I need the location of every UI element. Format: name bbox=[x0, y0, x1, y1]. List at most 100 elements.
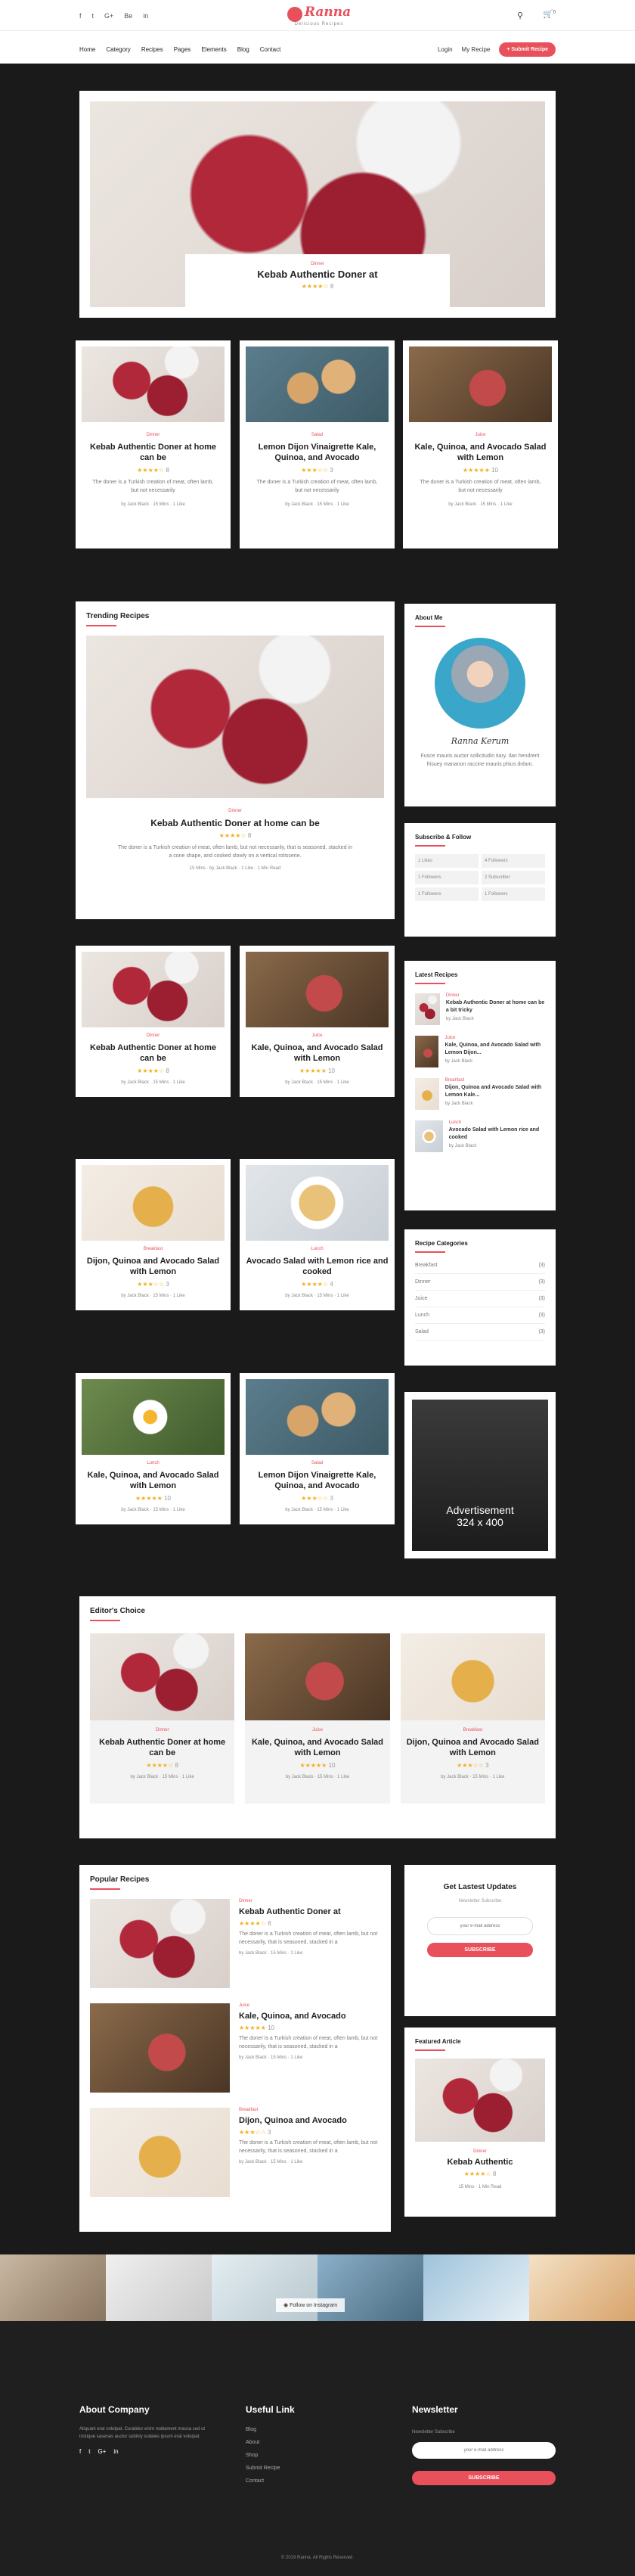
google-plus-icon[interactable]: G+ bbox=[98, 2448, 106, 2455]
recipe-category[interactable]: Breakfast bbox=[82, 1247, 225, 1251]
recipe-image[interactable] bbox=[82, 1165, 225, 1241]
recipe-image[interactable] bbox=[246, 952, 389, 1027]
nav-blog[interactable]: Blog bbox=[237, 46, 249, 53]
category-link[interactable]: Breakfast (3) bbox=[415, 1257, 545, 1274]
recipe-category[interactable]: Breakfast bbox=[239, 2108, 380, 2112]
recipe-likes[interactable]: 1 Like bbox=[173, 1294, 185, 1298]
recipe-author[interactable]: by Jack Black bbox=[239, 1951, 267, 1956]
advertisement-widget[interactable]: Advertisement 324 x 400 bbox=[404, 1392, 556, 1558]
latest-thumb[interactable] bbox=[415, 993, 440, 1025]
nav-elements[interactable]: Elements bbox=[201, 46, 226, 53]
recipe-category[interactable]: Juice bbox=[251, 1728, 383, 1732]
twitter-icon[interactable]: t bbox=[92, 12, 94, 20]
recipe-card[interactable]: Breakfast Dijon, Quinoa and Avocado Sala… bbox=[76, 1159, 231, 1310]
recipe-image[interactable] bbox=[245, 1633, 390, 1720]
recipe-title[interactable]: Kebab Authentic Doner at home can be bbox=[82, 442, 225, 463]
latest-category[interactable]: Juice bbox=[444, 1036, 545, 1040]
recipe-card[interactable]: Lunch Kale, Quinoa, and Avocado Salad wi… bbox=[76, 1373, 231, 1524]
facebook-icon[interactable]: f bbox=[79, 12, 82, 20]
recipe-image[interactable] bbox=[90, 1899, 230, 1988]
recipe-card[interactable]: Dinner Kebab Authentic Doner at home can… bbox=[76, 340, 231, 548]
recipe-author[interactable]: by Jack Black bbox=[441, 1775, 469, 1779]
linkedin-icon[interactable]: in bbox=[113, 2448, 118, 2455]
recipe-likes[interactable]: 1 Like bbox=[337, 502, 349, 507]
recipe-category[interactable]: Juice bbox=[409, 433, 552, 437]
recipe-author[interactable]: by Jack Black bbox=[121, 1508, 149, 1512]
footer-link-submit-recipe[interactable]: Submit Recipe bbox=[246, 2466, 382, 2471]
recipe-likes[interactable]: 1 Like bbox=[500, 502, 513, 507]
recipe-likes[interactable]: 1 Like bbox=[290, 2160, 302, 2164]
login-link[interactable]: Login bbox=[438, 46, 453, 53]
recipe-category[interactable]: Dinner bbox=[82, 1033, 225, 1038]
recipe-likes[interactable]: 1 Like bbox=[173, 502, 185, 507]
recipe-card[interactable]: Lunch Avocado Salad with Lemon rice and … bbox=[240, 1159, 395, 1310]
latest-thumb[interactable] bbox=[415, 1078, 439, 1110]
recipe-likes[interactable]: 1 Like bbox=[173, 1080, 185, 1085]
hero-title[interactable]: Kebab Authentic Doner at bbox=[185, 269, 450, 280]
recipe-likes[interactable]: 1 Like bbox=[241, 866, 253, 871]
google-plus-icon[interactable]: G+ bbox=[104, 12, 113, 20]
popular-item[interactable]: Breakfast Dijon, Quinoa and Avocado ★★★☆… bbox=[90, 2108, 380, 2197]
instagram-photo[interactable] bbox=[423, 2254, 529, 2321]
trending-image[interactable] bbox=[86, 635, 384, 798]
recipe-image[interactable] bbox=[246, 1165, 389, 1241]
latest-author[interactable]: by Jack Black bbox=[444, 1059, 545, 1064]
recipe-likes[interactable]: 1 Like bbox=[337, 1775, 349, 1779]
recipe-image[interactable] bbox=[409, 346, 552, 422]
recipe-title[interactable]: Lemon Dijon Vinaigrette Kale, Quinoa, an… bbox=[246, 442, 389, 463]
facebook-icon[interactable]: f bbox=[79, 2448, 81, 2455]
latest-title[interactable]: Dijon, Quinoa and Avocado Salad with Lem… bbox=[445, 1084, 545, 1099]
ad-banner[interactable]: Advertisement 324 x 400 bbox=[412, 1400, 548, 1551]
recipe-image[interactable] bbox=[82, 952, 225, 1027]
recipe-title[interactable]: Kale, Quinoa, and Avocado bbox=[239, 2011, 380, 2021]
recipe-likes[interactable]: 1 Like bbox=[493, 1775, 505, 1779]
recipe-author[interactable]: by Jack Black bbox=[121, 1294, 149, 1298]
footer-subscribe-button[interactable]: SUBSCRIBE bbox=[412, 2471, 556, 2485]
recipe-category[interactable]: Lunch bbox=[246, 1247, 389, 1251]
recipe-image[interactable] bbox=[90, 2108, 230, 2197]
recipe-image[interactable] bbox=[246, 346, 389, 422]
recipe-author[interactable]: by Jack Black bbox=[285, 502, 313, 507]
nav-recipes[interactable]: Recipes bbox=[141, 46, 163, 53]
instagram-photo[interactable] bbox=[0, 2254, 106, 2321]
recipe-author[interactable]: by Jack Black bbox=[285, 1080, 313, 1085]
recipe-image[interactable] bbox=[90, 2003, 230, 2093]
recipe-image[interactable] bbox=[246, 1379, 389, 1455]
recipe-title[interactable]: Dijon, Quinoa and Avocado Salad with Lem… bbox=[82, 1256, 225, 1277]
submit-recipe-button[interactable]: + Submit Recipe bbox=[499, 42, 556, 57]
behance-icon[interactable]: Be bbox=[124, 12, 132, 20]
nav-pages[interactable]: Pages bbox=[174, 46, 191, 53]
footer-link-shop[interactable]: Shop bbox=[246, 2453, 382, 2458]
recipe-author[interactable]: by Jack Black bbox=[448, 502, 476, 507]
editors-card[interactable]: Dinner Kebab Authentic Doner at home can… bbox=[90, 1633, 235, 1804]
recipe-author[interactable]: by Jack Black bbox=[209, 866, 237, 871]
cart-icon[interactable]: 🛒0 bbox=[543, 9, 556, 19]
footer-link-about[interactable]: About bbox=[246, 2440, 382, 2445]
twitter-follow[interactable]: 4 Followers bbox=[482, 854, 545, 868]
instagram-photo[interactable] bbox=[106, 2254, 212, 2321]
newsletter-subscribe-button[interactable]: SUBSCRIBE bbox=[427, 1943, 533, 1957]
nav-contact[interactable]: Contact bbox=[260, 46, 281, 53]
recipe-title[interactable]: Kale, Quinoa, and Avocado Salad with Lem… bbox=[82, 1470, 225, 1491]
recipe-card[interactable]: Salad Lemon Dijon Vinaigrette Kale, Quin… bbox=[240, 1373, 395, 1524]
recipe-image[interactable] bbox=[90, 1633, 235, 1720]
recipe-likes[interactable]: 1 Like bbox=[290, 1951, 302, 1956]
linkedin-icon[interactable]: in bbox=[143, 12, 148, 20]
editors-card[interactable]: Breakfast Dijon, Quinoa and Avocado Sala… bbox=[400, 1633, 545, 1804]
footer-email-input[interactable] bbox=[412, 2442, 556, 2459]
latest-item[interactable]: Juice Kale, Quinoa, and Avocado Salad wit… bbox=[415, 1036, 545, 1067]
recipe-category[interactable]: Dinner bbox=[82, 433, 225, 437]
latest-thumb[interactable] bbox=[415, 1120, 443, 1152]
recipe-title[interactable]: Kebab Authentic Doner at bbox=[239, 1906, 380, 1917]
site-logo[interactable]: Ranna Delicious Recipes bbox=[281, 5, 357, 27]
nav-category[interactable]: Category bbox=[106, 46, 130, 53]
recipe-title[interactable]: Kebab Authentic Doner at home can be bbox=[82, 1043, 225, 1064]
recipe-category[interactable]: Dinner bbox=[415, 2149, 545, 2154]
recipe-likes[interactable]: 1 Like bbox=[173, 1508, 185, 1512]
newsletter-email-input[interactable] bbox=[427, 1917, 533, 1935]
recipe-title[interactable]: Lemon Dijon Vinaigrette Kale, Quinoa, an… bbox=[246, 1470, 389, 1491]
popular-item[interactable]: Dinner Kebab Authentic Doner at ★★★★☆ 8 … bbox=[90, 1899, 380, 1988]
instagram-photo[interactable] bbox=[529, 2254, 635, 2321]
follow-instagram-button[interactable]: ◉ Follow on Instagram bbox=[276, 2298, 345, 2312]
recipe-title[interactable]: Dijon, Quinoa and Avocado Salad with Lem… bbox=[407, 1737, 539, 1758]
